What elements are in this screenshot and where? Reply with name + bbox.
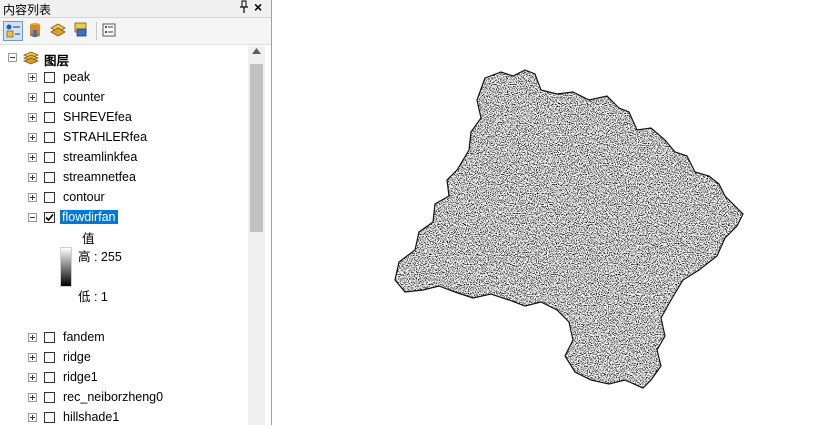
- expand-icon[interactable]: [28, 173, 37, 182]
- layer-row-fandem[interactable]: fandem: [0, 328, 248, 348]
- expand-icon[interactable]: [28, 153, 37, 162]
- scrollbar-thumb[interactable]: [250, 64, 263, 232]
- expand-icon[interactable]: [28, 393, 37, 402]
- layer-name[interactable]: peak: [63, 70, 90, 84]
- layer-row-strahlerfea[interactable]: STRAHLERfea: [0, 128, 248, 148]
- layer-name[interactable]: streamnetfea: [63, 170, 136, 184]
- layer-row-rec_neiborzheng0[interactable]: rec_neiborzheng0: [0, 388, 248, 408]
- expand-icon[interactable]: [28, 413, 37, 422]
- table-of-contents-panel: 内容列表 × 图层 peak counter SHREVEfea STRAHLE…: [0, 0, 272, 425]
- raster-map-canvas[interactable]: [273, 0, 815, 425]
- scroll-up-arrow-icon[interactable]: [252, 48, 261, 54]
- flowdir-raster: [395, 70, 743, 388]
- legend-high-label: 高 : 255: [78, 250, 122, 264]
- layer-visibility-checkbox[interactable]: [44, 412, 55, 423]
- layer-row-counter[interactable]: counter: [0, 88, 248, 108]
- layer-row-contour[interactable]: contour: [0, 188, 248, 208]
- layer-tree: 图层 peak counter SHREVEfea STRAHLERfea stream…: [0, 46, 248, 425]
- layer-visibility-checkbox[interactable]: [44, 332, 55, 343]
- layer-name[interactable]: rec_neiborzheng0: [63, 390, 163, 404]
- layer-row-ridge[interactable]: ridge: [0, 348, 248, 368]
- layer-name[interactable]: SHREVEfea: [63, 110, 132, 124]
- checkmark-icon: [45, 213, 54, 222]
- layer-visibility-checkbox[interactable]: [44, 212, 55, 223]
- layer-visibility-checkbox[interactable]: [44, 152, 55, 163]
- list-by-drawing-order-button[interactable]: [3, 21, 23, 41]
- expand-icon[interactable]: [28, 333, 37, 342]
- layer-row-streamlinkfea[interactable]: streamlinkfea: [0, 148, 248, 168]
- layer-visibility-checkbox[interactable]: [44, 172, 55, 183]
- panel-title: 内容列表: [3, 3, 52, 17]
- toolbar-separator: [96, 22, 97, 40]
- layer-row-peak[interactable]: peak: [0, 68, 248, 88]
- layers-icon: [50, 23, 66, 37]
- collapse-icon[interactable]: [8, 53, 17, 62]
- layer-row-shrevefea[interactable]: SHREVEfea: [0, 108, 248, 128]
- vertical-scrollbar[interactable]: [248, 46, 265, 425]
- layer-name[interactable]: streamlinkfea: [63, 150, 137, 164]
- selection-layers-icon: [74, 22, 87, 37]
- layer-name[interactable]: counter: [63, 90, 105, 104]
- layer-visibility-checkbox[interactable]: [44, 192, 55, 203]
- tree-root-label: 图层: [44, 54, 70, 68]
- legend-low-label: 低 : 1: [78, 290, 108, 304]
- layer-visibility-checkbox[interactable]: [44, 112, 55, 123]
- legend-heading: 值: [82, 232, 95, 246]
- layer-name[interactable]: ridge1: [63, 370, 98, 384]
- layer-row-hillshade1[interactable]: hillshade1: [0, 408, 248, 425]
- expand-icon[interactable]: [28, 133, 37, 142]
- options-button[interactable]: [100, 21, 120, 41]
- pin-icon[interactable]: [238, 0, 250, 14]
- expand-icon[interactable]: [28, 93, 37, 102]
- layer-visibility-checkbox[interactable]: [44, 372, 55, 383]
- legend-gradient-swatch: [60, 247, 72, 287]
- layer-visibility-checkbox[interactable]: [44, 72, 55, 83]
- toc-toolbar: [0, 18, 271, 45]
- layer-visibility-checkbox[interactable]: [44, 92, 55, 103]
- options-list-icon: [102, 23, 116, 37]
- layer-row-flowdirfan[interactable]: flowdirfan: [0, 208, 248, 228]
- list-by-visibility-button[interactable]: [49, 21, 69, 41]
- list-by-source-button[interactable]: [26, 21, 46, 41]
- layer-name[interactable]: flowdirfan: [60, 210, 118, 224]
- layer-name[interactable]: fandem: [63, 330, 105, 344]
- map-view[interactable]: [273, 0, 815, 425]
- layer-name[interactable]: contour: [63, 190, 105, 204]
- drawing-order-icon: [6, 24, 20, 38]
- tree-root-row[interactable]: 图层: [0, 48, 248, 68]
- expand-icon[interactable]: [28, 353, 37, 362]
- layer-name[interactable]: hillshade1: [63, 410, 119, 424]
- close-icon[interactable]: ×: [254, 0, 262, 15]
- layer-visibility-checkbox[interactable]: [44, 132, 55, 143]
- layer-row-ridge1[interactable]: ridge1: [0, 368, 248, 388]
- list-by-selection-button[interactable]: [72, 21, 92, 41]
- database-icon: [30, 23, 40, 37]
- expand-icon[interactable]: [28, 113, 37, 122]
- layer-name[interactable]: STRAHLERfea: [63, 130, 147, 144]
- layers-group-icon: [22, 51, 40, 65]
- expand-icon[interactable]: [28, 373, 37, 382]
- layer-row-streamnetfea[interactable]: streamnetfea: [0, 168, 248, 188]
- expand-icon[interactable]: [28, 193, 37, 202]
- collapse-icon[interactable]: [28, 213, 37, 222]
- layer-name[interactable]: ridge: [63, 350, 91, 364]
- layer-visibility-checkbox[interactable]: [44, 392, 55, 403]
- layer-visibility-checkbox[interactable]: [44, 352, 55, 363]
- expand-icon[interactable]: [28, 73, 37, 82]
- panel-titlebar: 内容列表 ×: [0, 0, 271, 18]
